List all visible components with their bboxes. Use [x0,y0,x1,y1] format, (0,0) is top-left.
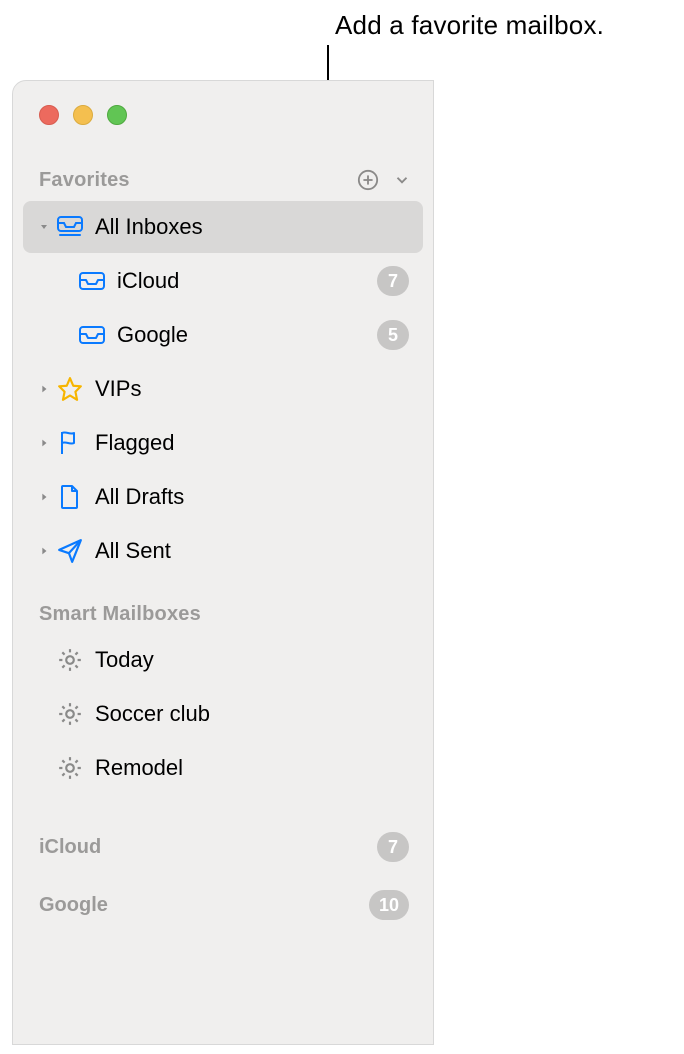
favorites-title: Favorites [39,169,355,192]
minimize-window-button[interactable] [73,105,93,125]
stacked-inbox-icon [53,215,87,239]
sidebar-item-label: All Inboxes [91,214,409,240]
window-controls [13,81,433,125]
sidebar-item-label: All Sent [91,538,409,564]
chevron-down-icon[interactable] [35,221,53,233]
sidebar-item-soccer-club[interactable]: Soccer club [23,688,423,740]
sidebar-item-all-drafts[interactable]: All Drafts [23,471,423,523]
sidebar-item-label: All Drafts [91,484,409,510]
smart-mailboxes-section-header[interactable]: Smart Mailboxes [13,597,433,632]
unread-badge: 5 [377,320,409,350]
sidebar-item-label: iCloud [113,268,377,294]
sidebar: Favorites [13,125,433,930]
star-icon [53,376,87,402]
sidebar-item-label: Flagged [91,430,409,456]
zoom-window-button[interactable] [107,105,127,125]
chevron-right-icon[interactable] [35,545,53,557]
gear-icon [53,755,87,781]
callout-text: Add a favorite mailbox. [335,10,604,41]
sidebar-item-label: VIPs [91,376,409,402]
sidebar-item-label: Google [113,322,377,348]
favorites-section-header: Favorites [13,161,433,199]
chevron-right-icon[interactable] [35,383,53,395]
mail-sidebar-window: Favorites [12,80,434,1045]
favorites-chevron-icon[interactable] [389,167,415,193]
sidebar-item-today[interactable]: Today [23,634,423,686]
unread-badge: 10 [369,890,409,920]
paperplane-icon [53,538,87,564]
account-label: Google [39,894,369,917]
unread-badge: 7 [377,266,409,296]
sidebar-item-flagged[interactable]: Flagged [23,417,423,469]
smart-mailboxes-title: Smart Mailboxes [39,603,415,626]
gear-icon [53,647,87,673]
sidebar-item-label: Soccer club [91,701,409,727]
sidebar-item-all-sent[interactable]: All Sent [23,525,423,577]
sidebar-item-google-inbox[interactable]: Google 5 [23,309,423,361]
unread-badge: 7 [377,832,409,862]
sidebar-item-label: Remodel [91,755,409,781]
gear-icon [53,701,87,727]
sidebar-item-icloud-inbox[interactable]: iCloud 7 [23,255,423,307]
chevron-right-icon[interactable] [35,437,53,449]
document-icon [53,484,87,510]
account-section-icloud[interactable]: iCloud 7 [13,822,433,872]
flag-icon [53,430,87,456]
account-label: iCloud [39,836,377,859]
close-window-button[interactable] [39,105,59,125]
sidebar-item-label: Today [91,647,409,673]
sidebar-item-remodel[interactable]: Remodel [23,742,423,794]
account-section-google[interactable]: Google 10 [13,880,433,930]
inbox-icon [75,324,109,346]
sidebar-item-vips[interactable]: VIPs [23,363,423,415]
add-favorite-button[interactable] [355,167,381,193]
chevron-right-icon[interactable] [35,491,53,503]
inbox-icon [75,270,109,292]
sidebar-item-all-inboxes[interactable]: All Inboxes [23,201,423,253]
